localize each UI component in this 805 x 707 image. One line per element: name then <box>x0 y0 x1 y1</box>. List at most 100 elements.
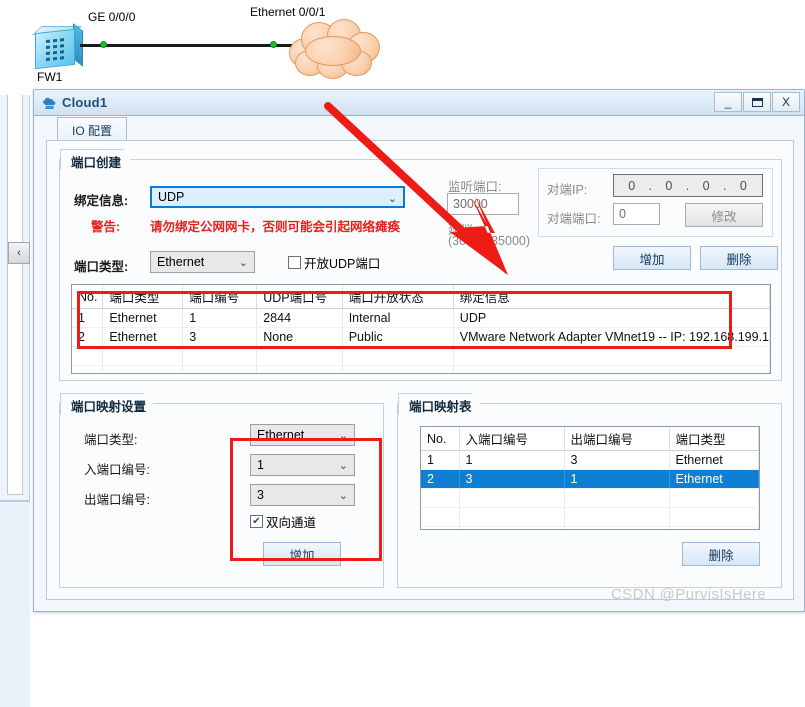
close-icon[interactable]: X <box>772 92 800 112</box>
table-cell <box>459 526 565 529</box>
port-create-group: 端口创建 绑定信息: UDP ⌄ 警告: 请勿绑定公网网卡，否则可能会引起网络瘫… <box>59 149 782 381</box>
mapping-add-button[interactable]: 增加 <box>263 542 341 566</box>
in-port-select[interactable]: 1 ⌄ <box>250 454 355 476</box>
peer-port-label: 对端端口: <box>547 212 601 226</box>
link-endpoint-dot-right <box>270 41 277 48</box>
table-cell <box>564 526 670 529</box>
table-row-empty[interactable] <box>421 488 759 508</box>
chevron-down-icon: ⌄ <box>387 193 397 205</box>
mapping-port-type-label: 端口类型: <box>84 433 138 447</box>
peer-ip-octet-2: 0 <box>665 178 674 193</box>
delete-port-button[interactable]: 删除 <box>700 246 778 270</box>
table-row[interactable]: 2 Ethernet 3 None Public VMware Network Adapt… <box>72 327 770 347</box>
table-cell: 1 <box>182 308 258 328</box>
dialog-titlebar[interactable]: Cloud1 _ X <box>34 90 804 116</box>
mapping-table[interactable]: No. 入端口编号 出端口编号 端口类型 1 1 3 Ethernet 2 3 1 Ethernet <box>420 426 760 530</box>
table-cell <box>421 488 460 508</box>
table-cell <box>102 365 184 373</box>
table-cell: 1 <box>421 450 460 470</box>
in-port-label: 入端口编号: <box>84 463 150 477</box>
link-endpoint-dot-left <box>100 41 107 48</box>
table-cell: 1 <box>459 450 565 470</box>
bidirectional-label: 双向通道 <box>266 516 317 530</box>
cloud1-dialog: Cloud1 _ X IO 配置 端口创建 绑定信息: UDP ⌄ 警告: 请勿… <box>33 89 805 612</box>
table-row[interactable]: 1 Ethernet 1 2844 Internal UDP <box>72 308 770 328</box>
table-cell <box>72 346 104 366</box>
listen-port-input[interactable]: 30000 <box>447 193 519 215</box>
table-row-empty[interactable] <box>421 507 759 527</box>
port-create-group-title: 端口创建 <box>60 149 138 170</box>
ip-dot-2: . <box>685 178 691 193</box>
peer-port-input[interactable]: 0 <box>613 203 660 225</box>
binding-info-select[interactable]: UDP ⌄ <box>150 186 405 208</box>
table-cell: 1 <box>72 308 104 328</box>
table-cell <box>342 365 454 373</box>
open-udp-port-checkbox[interactable]: 开放UDP端口 <box>288 253 380 272</box>
table-row-empty[interactable] <box>72 346 770 366</box>
table-cell: 3 <box>459 469 565 489</box>
add-port-button[interactable]: 增加 <box>613 246 691 270</box>
ip-dot-1: . <box>648 178 654 193</box>
sidebar-collapse-icon[interactable]: ‹ <box>8 242 30 264</box>
table-row-empty[interactable] <box>421 526 759 529</box>
port-table-col-4: 端口开放状态 <box>342 285 454 309</box>
mapping-port-type-select[interactable]: Ethernet ⌄ <box>250 424 355 446</box>
warning-label: 警告: <box>91 220 121 234</box>
out-port-value: 3 <box>257 488 264 502</box>
mapping-delete-button[interactable]: 删除 <box>682 542 760 566</box>
port-table-col-0: No. <box>72 285 104 309</box>
window-controls: _ X <box>713 92 800 112</box>
out-port-label: 出端口编号: <box>84 493 150 507</box>
table-cell: None <box>256 327 343 347</box>
mapping-table-group: 端口映射表 No. 入端口编号 出端口编号 端口类型 1 1 3 Ethernet 2 3 1 Et… <box>397 393 782 588</box>
minimize-icon[interactable]: _ <box>714 92 742 112</box>
interface-label-ge000: GE 0/0/0 <box>88 10 136 24</box>
maximize-icon[interactable] <box>743 92 771 112</box>
table-cell <box>182 346 258 366</box>
chevron-down-icon: ⌄ <box>338 490 348 502</box>
table-cell <box>421 507 460 527</box>
table-cell <box>453 365 770 373</box>
table-cell <box>669 488 759 508</box>
mapping-table-col-2: 出端口编号 <box>564 427 670 451</box>
mapping-table-col-1: 入端口编号 <box>459 427 565 451</box>
cloud-device-icon[interactable] <box>287 18 382 80</box>
tabstrip: IO 配置 <box>34 117 804 144</box>
left-sidebar-rail: ‹ <box>0 95 30 707</box>
table-cell <box>342 346 454 366</box>
table-row[interactable]: 2 3 1 Ethernet <box>421 469 759 489</box>
cloud-device-icon <box>42 95 58 111</box>
table-cell <box>669 507 759 527</box>
table-cell <box>421 526 460 529</box>
table-cell: VMware Network Adapter VMnet19 -- IP: 19… <box>453 327 770 347</box>
port-type-select[interactable]: Ethernet ⌄ <box>150 251 255 273</box>
firewall-device-icon[interactable] <box>32 23 85 70</box>
table-header-row: No. 入端口编号 出端口编号 端口类型 <box>421 427 759 451</box>
table-cell: 3 <box>564 450 670 470</box>
mapping-table-col-0: No. <box>421 427 460 451</box>
table-cell: UDP <box>453 308 770 328</box>
table-cell <box>256 365 343 373</box>
port-table[interactable]: No. 端口类型 端口编号 UDP端口号 端口开放状态 绑定信息 1 Ethernet 1 28… <box>71 284 771 374</box>
port-table-col-2: 端口编号 <box>182 285 258 309</box>
peer-ip-octet-3: 0 <box>702 178 711 193</box>
modify-button[interactable]: 修改 <box>685 203 763 227</box>
ip-dot-3: . <box>722 178 728 193</box>
table-cell: Ethernet <box>669 469 759 489</box>
table-cell <box>459 507 565 527</box>
table-row[interactable]: 1 1 3 Ethernet <box>421 450 759 470</box>
out-port-select[interactable]: 3 ⌄ <box>250 484 355 506</box>
checkbox-box: ✔ <box>250 515 263 528</box>
table-cell: 3 <box>182 327 258 347</box>
table-cell: Ethernet <box>102 327 184 347</box>
peer-ip-input[interactable]: 0 . 0 . 0 . 0 <box>613 174 763 197</box>
port-table-col-1: 端口类型 <box>102 285 184 309</box>
table-cell: 2 <box>72 327 104 347</box>
table-cell: Ethernet <box>102 308 184 328</box>
mapping-settings-group: 端口映射设置 端口类型: Ethernet ⌄ 入端口编号: 1 ⌄ 出端口编号… <box>59 393 384 588</box>
table-cell: Public <box>342 327 454 347</box>
bidirectional-checkbox[interactable]: ✔ 双向通道 <box>250 512 316 531</box>
table-cell: 2844 <box>256 308 343 328</box>
mapping-table-col-3: 端口类型 <box>669 427 759 451</box>
table-row-empty[interactable] <box>72 365 770 373</box>
